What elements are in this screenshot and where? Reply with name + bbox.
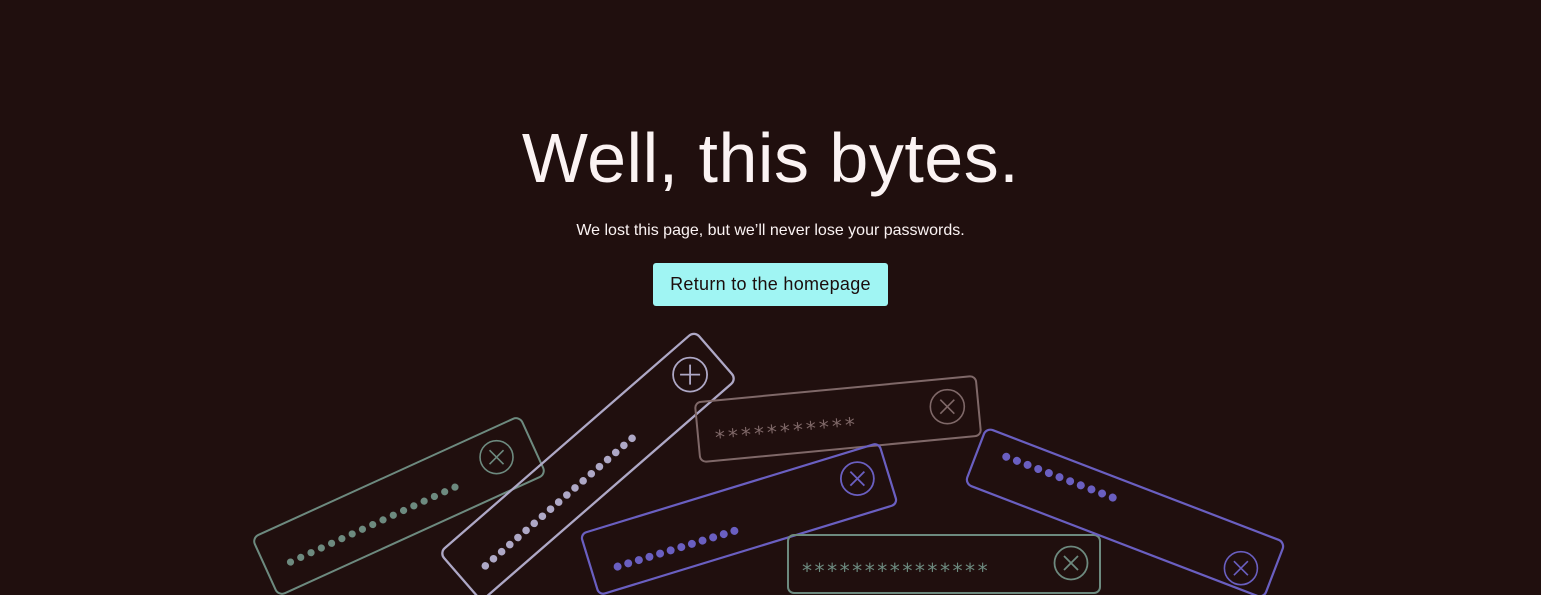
password-dot: [358, 525, 367, 533]
password-dot: [666, 546, 675, 555]
password-dot: [677, 543, 686, 552]
password-dot: [441, 488, 449, 496]
password-dot: [348, 530, 356, 538]
field-frame: [965, 428, 1285, 595]
password-dot: [1066, 477, 1075, 486]
password-dot: [730, 526, 739, 535]
password-dot: [546, 505, 555, 513]
password-dot: [420, 497, 428, 505]
password-dot: [317, 544, 325, 552]
password-dot: [338, 535, 346, 543]
password-dot: [719, 530, 728, 539]
password-dot: [1076, 481, 1085, 490]
password-dots: [481, 434, 636, 570]
password-dot: [430, 492, 439, 501]
clear-icon: [839, 461, 875, 497]
password-mask: ***************: [801, 559, 989, 583]
password-dot: [611, 448, 620, 457]
password-dot: [595, 462, 604, 471]
password-dot: [624, 559, 633, 568]
password-dot: [505, 540, 514, 549]
password-field-5: ***************: [787, 534, 1101, 594]
password-dot: [1055, 473, 1064, 482]
password-dot: [579, 477, 587, 485]
password-dot: [571, 484, 579, 492]
password-dot: [538, 512, 547, 521]
password-dot: [563, 491, 571, 499]
password-dot: [1087, 485, 1096, 494]
clear-icon: [1053, 545, 1089, 581]
password-dot: [328, 539, 336, 547]
password-dot: [286, 558, 295, 566]
password-mask: ***********: [713, 412, 858, 449]
field-frame: [253, 417, 545, 595]
password-dot: [1002, 452, 1011, 461]
password-dot: [645, 552, 654, 561]
password-dot: [554, 498, 563, 506]
password-dot: [603, 455, 612, 464]
password-dot: [620, 441, 628, 450]
password-dot: [481, 562, 490, 570]
password-dot: [634, 556, 643, 565]
password-dot: [587, 469, 596, 478]
password-field-1: [253, 417, 545, 595]
clear-icon: [479, 439, 514, 475]
password-dot: [410, 502, 418, 510]
password-dot: [656, 549, 665, 558]
password-fields-illustration: *********** ***************: [253, 332, 1285, 595]
password-field-3: ***********: [694, 375, 982, 463]
password-dot: [1034, 464, 1043, 473]
password-dot: [497, 547, 506, 556]
password-dot: [297, 553, 305, 561]
password-dot: [307, 549, 315, 557]
clear-icon: [929, 388, 966, 425]
clear-icon: [1223, 550, 1259, 586]
password-dot: [1098, 489, 1107, 498]
password-dot: [1044, 469, 1053, 478]
password-dot: [628, 434, 636, 443]
password-dot: [1012, 456, 1021, 465]
password-dot: [613, 562, 622, 571]
password-dot: [369, 520, 377, 529]
password-dot: [1108, 493, 1117, 502]
password-dot: [1023, 460, 1032, 469]
password-dot: [514, 533, 522, 542]
not-found-page: Well, this bytes. We lost this page, but…: [0, 0, 1541, 595]
password-dot: [399, 506, 408, 515]
password-dot: [530, 519, 539, 528]
password-field-6: [965, 428, 1285, 595]
password-dot: [451, 483, 459, 491]
password-dot: [389, 511, 397, 519]
password-dot: [489, 554, 498, 563]
password-dots: [1002, 452, 1117, 502]
password-dots: [613, 526, 739, 571]
clear-icon: [672, 356, 708, 393]
password-dot: [522, 526, 530, 535]
password-dot: [687, 539, 696, 548]
password-dot: [379, 516, 387, 524]
password-dot: [709, 533, 718, 542]
password-dot: [698, 536, 707, 545]
